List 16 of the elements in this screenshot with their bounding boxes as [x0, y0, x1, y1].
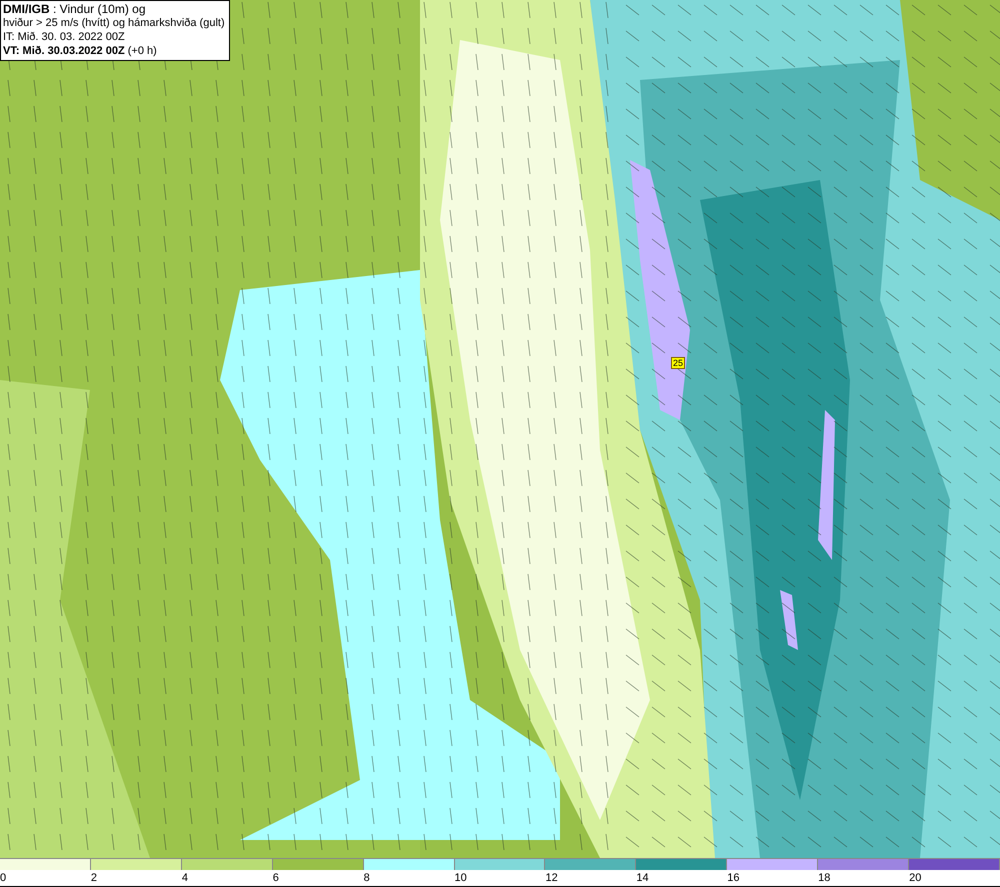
legend-label: 8 [364, 870, 370, 886]
legend-label: 20 [909, 870, 922, 886]
legend-label: 10 [454, 870, 467, 886]
legend-label: 2 [90, 870, 98, 886]
legend-label: 4 [182, 870, 188, 886]
title-line: VT: Mið. 30.03.2022 00Z (+0 h) [3, 44, 158, 58]
gust-label: 25 [671, 357, 686, 369]
legend-label: 6 [272, 870, 279, 886]
title-line: IT: Mið. 30. 03. 2022 00Z [3, 30, 126, 44]
legend-label: 0 [0, 870, 6, 886]
legend-label: 18 [818, 870, 830, 886]
title-line: DMI/IGB : Vindur (10m) og [3, 2, 146, 16]
legend-label: 14 [636, 870, 649, 886]
legend-label: 12 [545, 870, 558, 886]
title-line: hviður > 25 m/s (hvítt) og hámarkshviða (gult) [3, 16, 225, 30]
legend-label: 16 [727, 870, 740, 886]
